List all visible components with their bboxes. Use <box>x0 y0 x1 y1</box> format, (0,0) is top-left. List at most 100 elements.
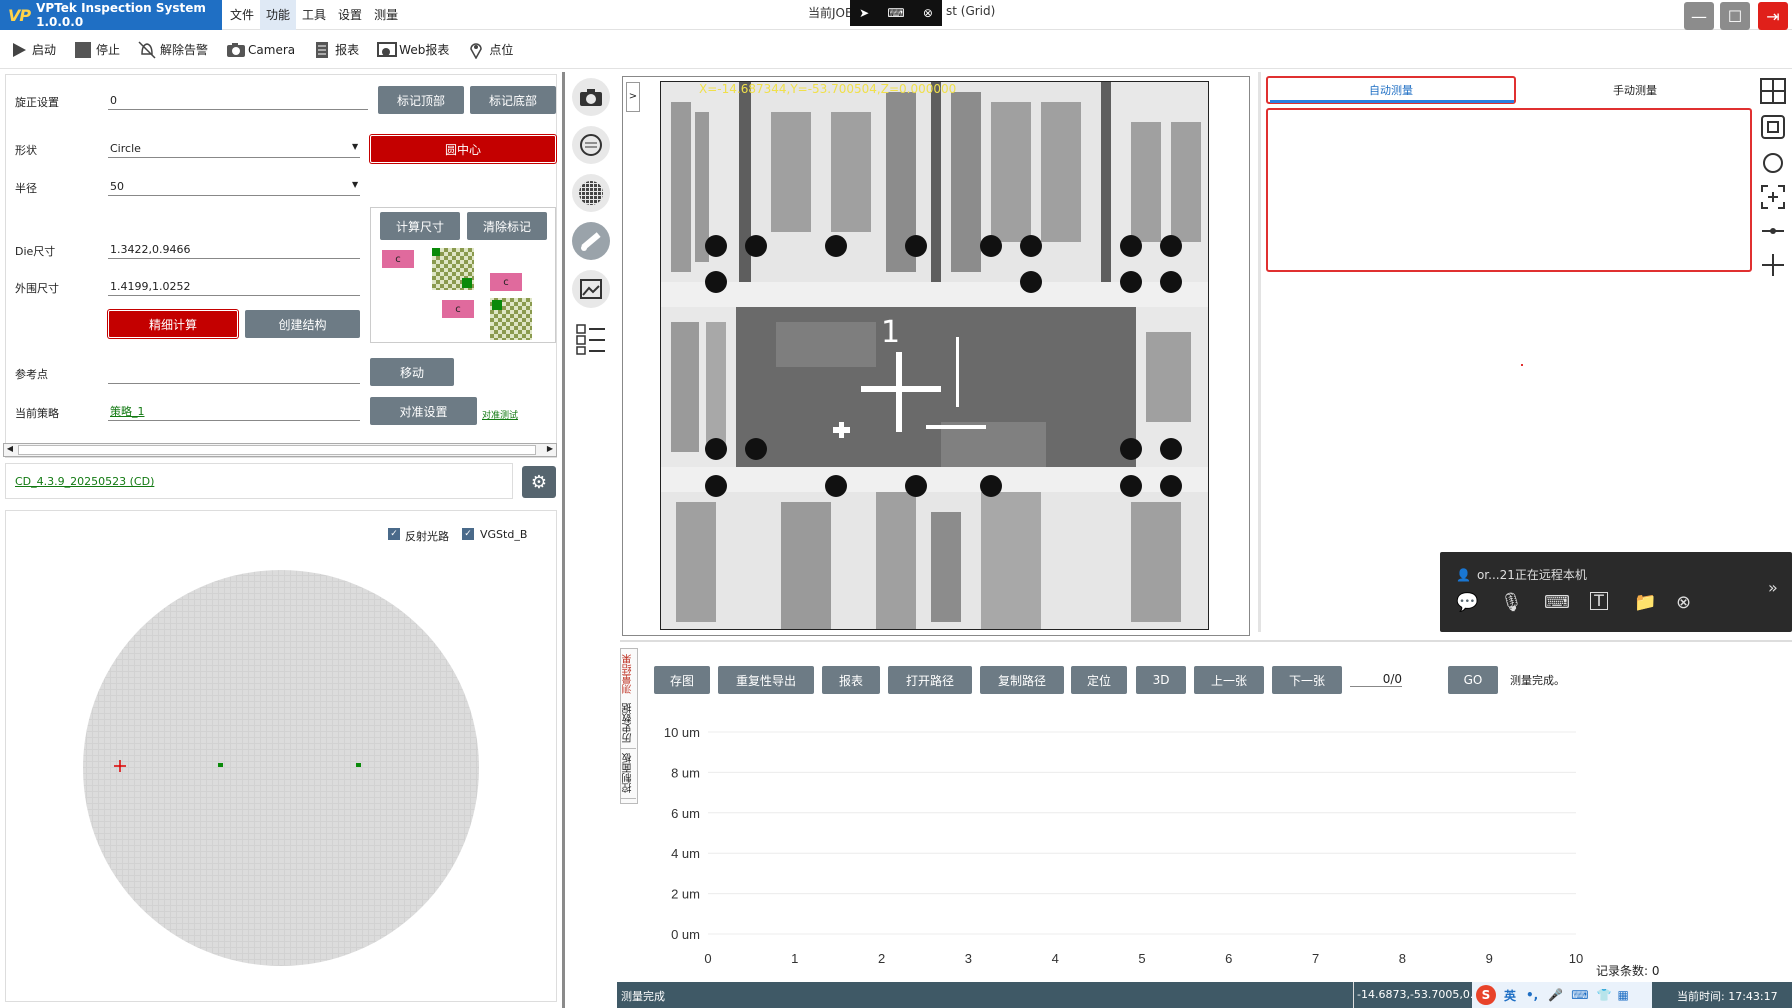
create-structure-button[interactable]: 创建结构 <box>245 310 360 338</box>
menu-file[interactable]: 文件 <box>224 0 260 30</box>
menu-tools[interactable]: 工具 <box>296 0 332 30</box>
start-button[interactable]: 启动 <box>10 41 56 59</box>
reflect-checkbox[interactable]: ✓ <box>388 528 400 540</box>
wafer-grid-icon[interactable] <box>572 174 610 212</box>
image-gallery-icon[interactable] <box>572 270 610 308</box>
auto-measure-list[interactable] <box>1266 108 1752 272</box>
scroll-right-icon[interactable]: ▶ <box>544 444 556 456</box>
clear-mark-button[interactable]: 清除标记 <box>467 212 547 240</box>
ime-voice-icon[interactable]: 🎤 <box>1548 988 1563 1002</box>
chat-icon[interactable]: 💬 <box>1456 592 1478 613</box>
3d-button[interactable]: 3D <box>1136 666 1186 694</box>
menu-settings[interactable]: 设置 <box>332 0 368 30</box>
scrollbar-thumb[interactable] <box>18 445 536 455</box>
disconnect-icon[interactable]: ⊗ <box>1676 592 1691 613</box>
keyboard-mouse-icon[interactable]: ⌨ <box>1544 592 1570 613</box>
web-report-icon <box>377 41 398 59</box>
stop-button[interactable]: 停止 <box>74 41 120 59</box>
splitter[interactable] <box>1258 72 1261 632</box>
panel-splitter[interactable] <box>562 72 565 1008</box>
crosshair-icon[interactable] <box>1760 252 1786 278</box>
tab-measure-result[interactable]: 测量结果 <box>621 649 636 699</box>
x-tick-label: 10 <box>1569 951 1583 966</box>
exit-button[interactable]: ⇥ <box>1758 2 1788 30</box>
wafer-map[interactable] <box>75 570 487 982</box>
x-tick-label: 0 <box>704 951 711 966</box>
active-tab-indicator <box>1270 100 1514 103</box>
copy-path-button[interactable]: 复制路径 <box>980 666 1064 694</box>
die-size-input[interactable]: 1.3422,0.9466 <box>108 241 360 259</box>
remote-keyboard-icon[interactable]: ⌨ <box>887 6 904 20</box>
scan-wafer-icon[interactable] <box>572 126 610 164</box>
recipe-link[interactable]: CD_4.3.9_20250523 (CD) <box>15 475 154 488</box>
line-tool-icon[interactable] <box>1760 218 1786 244</box>
radius-dropdown-icon[interactable]: ▼ <box>352 180 358 189</box>
previous-button[interactable]: 上一张 <box>1194 666 1264 694</box>
report-button-bottom[interactable]: 报表 <box>822 666 880 694</box>
microphone-icon[interactable]: 🎙 <box>1500 592 1523 613</box>
open-path-button[interactable]: 打开路径 <box>888 666 972 694</box>
circle-tool-icon[interactable] <box>1760 150 1786 176</box>
tab-control-panel[interactable]: 控制面板 <box>621 749 636 799</box>
sogou-ime-icon[interactable]: S <box>1476 985 1496 1005</box>
align-settings-button[interactable]: 对准设置 <box>370 397 477 425</box>
go-button[interactable]: GO <box>1448 666 1498 694</box>
measurement-chart[interactable]: 10 um 8 um 6 um 4 um 2 um 0 um 0 1 2 3 4 5 6 7 8 9 10 <box>640 712 1590 970</box>
x-tick-label: 6 <box>1225 951 1232 966</box>
calc-size-button[interactable]: 计算尺寸 <box>380 212 460 240</box>
horizontal-scrollbar[interactable]: ◀ ▶ <box>3 443 557 457</box>
expand-panel-button[interactable]: > <box>626 82 640 112</box>
tab-history-data[interactable]: 历史数据 <box>621 699 636 749</box>
radius-select[interactable]: 50 <box>108 178 360 196</box>
camera-button[interactable]: Camera <box>226 41 295 59</box>
clear-alarm-button[interactable]: 解除告警 <box>138 40 208 59</box>
ime-language[interactable]: 英 <box>1504 987 1516 1004</box>
reference-point-input[interactable] <box>108 366 360 384</box>
strategy-link[interactable]: 策略_1 <box>108 403 360 421</box>
tab-manual-measure[interactable]: 手动测量 <box>1520 76 1750 104</box>
outer-size-input[interactable]: 1.4199,1.0252 <box>108 278 360 296</box>
ime-skin-icon[interactable]: 👕 <box>1597 988 1612 1002</box>
shape-select[interactable]: Circle <box>108 140 360 158</box>
vg-checkbox[interactable]: ✓ <box>462 528 474 540</box>
fit-screen-icon[interactable] <box>1760 114 1786 140</box>
file-transfer-icon[interactable]: 📁 <box>1634 592 1656 613</box>
remote-pointer-icon[interactable]: ➤ <box>859 6 869 20</box>
web-report-button[interactable]: Web报表 <box>377 41 449 59</box>
location-pin-icon <box>467 41 485 60</box>
align-tool-icon[interactable] <box>572 222 610 260</box>
scroll-left-icon[interactable]: ◀ <box>4 444 16 456</box>
save-image-button[interactable]: 存图 <box>654 666 710 694</box>
menu-function[interactable]: 功能 <box>260 0 297 30</box>
next-button[interactable]: 下一张 <box>1272 666 1342 694</box>
collapse-panel-icon[interactable]: » <box>1768 578 1778 597</box>
recipe-settings-icon[interactable]: ⚙ <box>522 466 556 498</box>
move-button[interactable]: 移动 <box>370 358 454 386</box>
circle-center-button[interactable]: 圆中心 <box>370 135 556 163</box>
checklist-icon[interactable] <box>572 320 610 358</box>
remote-close-icon[interactable]: ⊗ <box>923 6 933 20</box>
microscope-image[interactable]: 1 X=-14.687344,Y=-53.700504,Z=0.000000 <box>660 81 1209 630</box>
ime-toolbar[interactable]: S 英 •, 🎤 ⌨ 👕 ▦ <box>1472 982 1652 1008</box>
fine-calc-button[interactable]: 精细计算 <box>108 310 238 338</box>
rotation-input[interactable]: 0 <box>108 92 368 110</box>
camera-icon[interactable] <box>572 78 610 116</box>
focus-point-icon[interactable] <box>1760 184 1786 210</box>
menu-measure[interactable]: 测量 <box>368 0 404 30</box>
grid-view-icon[interactable] <box>1760 78 1786 104</box>
ime-keyboard-icon[interactable]: ⌨ <box>1571 988 1588 1002</box>
repeat-export-button[interactable]: 重复性导出 <box>718 666 814 694</box>
mark-top-button[interactable]: 标记顶部 <box>378 86 464 114</box>
maximize-button[interactable]: ☐ <box>1720 2 1750 30</box>
location-button[interactable]: 点位 <box>467 41 513 60</box>
report-button[interactable]: 报表 <box>313 41 359 59</box>
text-icon[interactable]: T <box>1590 592 1608 610</box>
locate-button[interactable]: 定位 <box>1071 666 1127 694</box>
ime-toolbox-icon[interactable]: ▦ <box>1617 988 1628 1002</box>
ime-punct-icon[interactable]: •, <box>1526 988 1538 1002</box>
shape-dropdown-icon[interactable]: ▼ <box>352 142 358 151</box>
minimize-button[interactable]: — <box>1684 2 1714 30</box>
die-size-label: Die尺寸 <box>15 245 56 258</box>
align-test-link[interactable]: 对准测试 <box>482 408 518 421</box>
mark-bottom-button[interactable]: 标记底部 <box>470 86 556 114</box>
